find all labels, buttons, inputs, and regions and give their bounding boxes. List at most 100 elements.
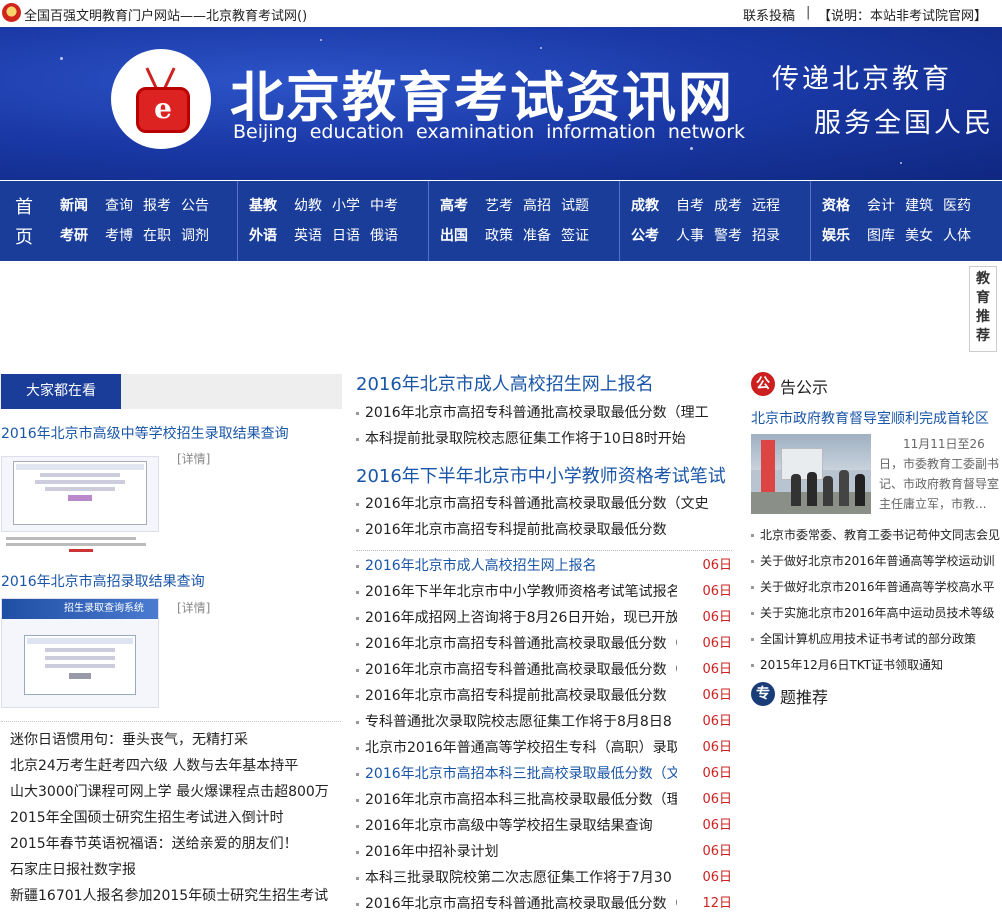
- motto-line-1: 传递北京教育: [772, 64, 952, 95]
- list-item[interactable]: 关于做好北京市2016年普通高等学校运动训: [750, 548, 1002, 574]
- nav-link[interactable]: 艺考: [485, 193, 513, 219]
- feature-headline-2[interactable]: 2016年北京市高招录取结果查询: [1, 571, 205, 591]
- news-link[interactable]: 北京市2016年普通高等学校招生专科（高职）录取: [365, 735, 677, 761]
- news-link[interactable]: 2016年北京市高招专科普通批高校录取最低分数（: [365, 631, 677, 657]
- headline-2[interactable]: 2016年下半年北京市中小学教师资格考试笔试: [356, 462, 726, 488]
- news-row: 2016年成招网上咨询将于8月26日开始，现已开放 06日: [356, 605, 732, 631]
- list-item[interactable]: 石家庄日报社数字报: [10, 857, 329, 883]
- nav-home[interactable]: 首 页: [13, 193, 35, 253]
- list-item[interactable]: 2016年北京市高招专科提前批高校录取最低分数: [356, 517, 732, 543]
- left-divider: [1, 721, 341, 722]
- nav-link[interactable]: 公考: [631, 223, 659, 249]
- nav-link[interactable]: 准备: [523, 223, 551, 249]
- nav-link[interactable]: 日语: [332, 223, 360, 249]
- nav-link[interactable]: 招录: [752, 223, 780, 249]
- nav-group-3: 高考 艺考 高招 试题 出国 政策 准备 签证: [428, 181, 619, 261]
- nav-link[interactable]: 报考: [143, 193, 171, 219]
- nav-link[interactable]: 娱乐: [822, 223, 850, 249]
- nav-link[interactable]: 人事: [676, 223, 704, 249]
- feature-headline-1[interactable]: 2016年北京市高级中等学校招生录取结果查询: [1, 423, 289, 443]
- nav-link[interactable]: 英语: [294, 223, 322, 249]
- announcement-photo[interactable]: [751, 434, 871, 514]
- news-link[interactable]: 2016年成招网上咨询将于8月26日开始，现已开放: [365, 605, 677, 631]
- news-link[interactable]: 2016年北京市高招专科普通批高校录取最低分数（: [365, 657, 677, 683]
- news-link[interactable]: 2016年北京市高级中等学校招生录取结果查询: [365, 813, 653, 839]
- nav-link[interactable]: 成考: [714, 193, 742, 219]
- news-link[interactable]: 2016年北京市高招专科普通批高校录取最低分数（: [365, 891, 677, 917]
- news-date: 06日: [702, 818, 732, 833]
- top-bar: 全国百强文明教育门户网站——北京教育考试网() 联系投稿 | 【说明：本站非考试…: [0, 0, 1002, 28]
- news-link[interactable]: 2016年北京市高招本科三批高校录取最低分数（理: [365, 787, 677, 813]
- list-item[interactable]: 山大3000门课程可网上学 最火爆课程点击超800万: [10, 779, 329, 805]
- nav-link[interactable]: 远程: [752, 193, 780, 219]
- tab-everyone-watching[interactable]: 大家都在看: [1, 374, 121, 409]
- nav-link[interactable]: 小学: [332, 193, 360, 219]
- nav-link[interactable]: 美女: [905, 223, 933, 249]
- nav-link[interactable]: 在职: [143, 223, 171, 249]
- news-link[interactable]: 2016年北京市高招本科三批高校录取最低分数（文: [365, 761, 677, 787]
- nav-link[interactable]: 成教: [631, 193, 659, 219]
- list-item[interactable]: 迷你日语惯用句：垂头丧气，无精打采: [10, 727, 329, 753]
- list-item[interactable]: 北京24万考生赶考四六级 人数与去年基本持平: [10, 753, 329, 779]
- news-date: 06日: [702, 558, 732, 573]
- news-link[interactable]: 2016年北京市高招专科提前批高校录取最低分数: [365, 683, 667, 709]
- feature-thumbnail-2[interactable]: 招生录取查询系统: [1, 598, 159, 708]
- nav-row: 外语 英语 日语 俄语: [249, 223, 408, 249]
- list-item[interactable]: 关于做好北京市2016年普通高等学校高水平: [750, 574, 1002, 600]
- nav-group-4: 成教 自考 成考 远程公考 人事 警考 招录: [619, 181, 810, 261]
- nav-link[interactable]: 会计: [867, 193, 895, 219]
- nav-row: 高考 艺考 高招 试题: [440, 193, 599, 219]
- nav-link[interactable]: 建筑: [905, 193, 933, 219]
- list-item[interactable]: 2015年春节英语祝福语：送给亲爱的朋友们！: [10, 831, 329, 857]
- nav-link[interactable]: 高考: [440, 193, 468, 219]
- news-link[interactable]: 2016年中招补录计划: [365, 839, 499, 865]
- list-item[interactable]: 新疆16701人报名参加2015年硕士研究生招生考试: [10, 883, 329, 909]
- news-row: 2016年北京市高招专科普通批高校录取最低分数（ 12日: [356, 891, 732, 917]
- nav-link[interactable]: 查询: [105, 193, 133, 219]
- list-item[interactable]: 2015年12月6日TKT证书领取通知: [750, 652, 1002, 678]
- topic-badge-icon: 专: [751, 682, 775, 706]
- nav-link[interactable]: 新闻: [60, 193, 88, 219]
- nav-link[interactable]: 警考: [714, 223, 742, 249]
- nav-link[interactable]: 调剂: [181, 223, 209, 249]
- news-link[interactable]: 专科普通批次录取院校志愿征集工作将于8月8日8: [365, 709, 672, 735]
- news-link[interactable]: 2016年下半年北京市中小学教师资格考试笔试报名: [365, 579, 677, 605]
- news-date: 06日: [702, 714, 732, 729]
- news-link[interactable]: 本科三批录取院校第二次志愿征集工作将于7月30: [365, 865, 672, 891]
- nav-link[interactable]: 幼教: [294, 193, 322, 219]
- contact-submit-link[interactable]: 联系投稿: [743, 5, 795, 24]
- nav-link[interactable]: 图库: [867, 223, 895, 249]
- feature-detail-link-2[interactable]: [详情]: [177, 599, 210, 616]
- list-item[interactable]: 全国计算机应用技术证书考试的部分政策: [750, 626, 1002, 652]
- list-item[interactable]: 2015年全国硕士研究生招生考试进入倒计时: [10, 805, 329, 831]
- nav-link[interactable]: 医药: [943, 193, 971, 219]
- list-item[interactable]: 本科提前批录取院校志愿征集工作将于10日8时开始: [356, 426, 732, 452]
- feature-thumbnail-1[interactable]: [1, 456, 159, 532]
- nav-link[interactable]: 考研: [60, 223, 88, 249]
- list-item[interactable]: 北京市委常委、教育工委书记苟仲文同志会见: [750, 522, 1002, 548]
- nav-link[interactable]: 出国: [440, 223, 468, 249]
- nav-link[interactable]: 俄语: [370, 223, 398, 249]
- nav-link[interactable]: 人体: [943, 223, 971, 249]
- nav-link[interactable]: 考博: [105, 223, 133, 249]
- nav-link[interactable]: 基教: [249, 193, 277, 219]
- announcement-headline[interactable]: 北京市政府教育督导室顺利完成首轮区: [751, 408, 989, 428]
- list-item[interactable]: 2016年北京市高招专科普通批高校录取最低分数（文史: [356, 491, 732, 517]
- nav-link[interactable]: 公告: [181, 193, 209, 219]
- list-item[interactable]: 关于实施北京市2016年高中运动员技术等级: [750, 600, 1002, 626]
- feature-detail-link-1[interactable]: [详情]: [177, 450, 210, 467]
- nav-link[interactable]: 自考: [676, 193, 704, 219]
- nav-link[interactable]: 中考: [370, 193, 398, 219]
- nav-link[interactable]: 外语: [249, 223, 277, 249]
- news-link[interactable]: 2016年北京市成人高校招生网上报名: [365, 553, 597, 579]
- tv-logo-icon: e: [136, 87, 190, 133]
- nav-link[interactable]: 试题: [561, 193, 589, 219]
- announcement-section-title: 告公示: [780, 378, 829, 397]
- education-recommend-float[interactable]: 教育推荐: [969, 266, 997, 352]
- list-item[interactable]: 2016年北京市高招专科普通批高校录取最低分数（理工: [356, 400, 732, 426]
- nav-link[interactable]: 政策: [485, 223, 513, 249]
- nav-link[interactable]: 资格: [822, 193, 850, 219]
- nav-link[interactable]: 签证: [561, 223, 589, 249]
- headline-1[interactable]: 2016年北京市成人高校招生网上报名: [356, 370, 654, 396]
- nav-link[interactable]: 高招: [523, 193, 551, 219]
